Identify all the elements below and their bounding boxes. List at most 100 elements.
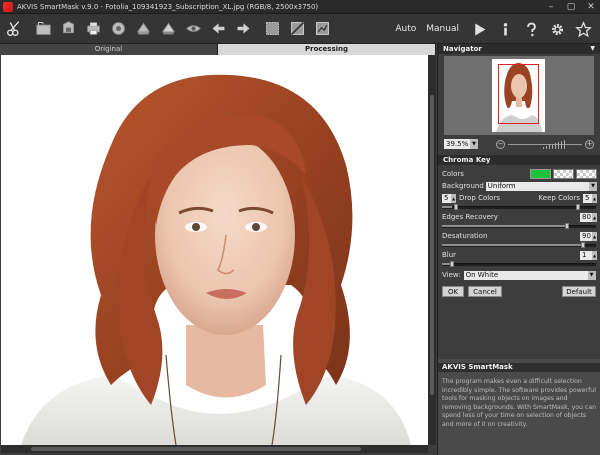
app-window: AKVIS SmartMask v.9.0 - Fotolia_10934192… [0, 0, 600, 455]
color-swatch-empty-2[interactable] [576, 169, 597, 179]
view-tabs: Original Processing [0, 44, 436, 55]
background-row: Background Uniform ▼ [438, 180, 600, 192]
view-row: View: On White ▼ [438, 269, 600, 281]
color-swatch-empty-1[interactable] [553, 169, 574, 179]
blur-field[interactable]: 1 ▲ [580, 250, 597, 260]
colors-count-row: 5 ▲ Drop Colors Keep Colors 5 ▲ [438, 192, 600, 204]
edges-recovery-slider[interactable] [442, 223, 596, 229]
export-mask-icon[interactable] [157, 18, 179, 40]
info-description: The program makes even a difficult selec… [442, 378, 597, 428]
keep-colors-field[interactable]: 5 ▲ [583, 193, 597, 203]
window-title: AKVIS SmartMask v.9.0 - Fotolia_10934192… [17, 2, 319, 11]
keep-colors-value: 5 [585, 193, 590, 202]
help-icon[interactable] [520, 18, 542, 40]
spinner-arrows-icon: ▲ [592, 193, 597, 203]
open-image-icon[interactable] [32, 18, 54, 40]
blur-row: Blur 1 ▲ [438, 249, 600, 261]
desaturation-row: Desaturation 90 ▲ [438, 230, 600, 242]
navigator-viewport-frame[interactable] [498, 64, 539, 124]
blur-value: 1 [582, 250, 587, 259]
color-swatch-green[interactable] [530, 169, 551, 179]
image-canvas[interactable] [1, 55, 428, 445]
minimize-button[interactable]: – [546, 2, 556, 12]
undo-icon[interactable] [207, 18, 229, 40]
info-title: AKVIS SmartMask [438, 363, 600, 372]
desaturation-slider[interactable] [442, 242, 596, 248]
navigator-preview[interactable] [444, 56, 594, 135]
keep-colors-label: Keep Colors [538, 194, 580, 202]
background-label: Background [442, 182, 484, 190]
edges-recovery-row: Edges Recovery 80 ▲ [438, 211, 600, 223]
colors-row: Colors [438, 168, 600, 180]
horizontal-scroll-thumb[interactable] [31, 447, 361, 451]
drop-colors-value: 5 [444, 193, 449, 202]
drop-colors-field[interactable]: 5 ▲ [442, 193, 456, 203]
tips-star-icon[interactable] [572, 18, 594, 40]
chroma-key-title: Chroma Key [443, 156, 491, 164]
default-button[interactable]: Default [562, 285, 596, 297]
view-select[interactable]: On White ▼ [463, 270, 596, 280]
settings-gear-icon[interactable] [546, 18, 568, 40]
info-panel: AKVIS SmartMask The program makes even a… [438, 359, 600, 455]
select-all-icon[interactable] [261, 18, 283, 40]
auto-mode-button[interactable]: Auto [395, 24, 416, 34]
title-bar: AKVIS SmartMask v.9.0 - Fotolia_10934192… [0, 0, 600, 14]
desaturation-value: 90 [582, 231, 591, 240]
zoom-dropdown-arrow-icon[interactable]: ▼ [470, 139, 478, 149]
background-select-value: Uniform [487, 181, 516, 190]
spinner-arrows-icon: ▲ [451, 193, 456, 203]
import-mask-icon[interactable] [132, 18, 154, 40]
info-icon[interactable] [494, 18, 516, 40]
spinner-arrows-icon: ▲ [592, 231, 597, 241]
vertical-scrollbar[interactable] [428, 55, 436, 445]
dropdown-arrow-icon: ▼ [587, 270, 596, 280]
share-icon[interactable] [107, 18, 129, 40]
horizontal-scrollbar[interactable] [1, 445, 428, 453]
edges-recovery-field[interactable]: 80 ▲ [580, 212, 597, 222]
view-label: View: [442, 271, 461, 279]
zoom-in-button[interactable]: + [585, 139, 594, 149]
zoom-slider[interactable] [508, 139, 582, 149]
desaturation-label: Desaturation [442, 232, 488, 240]
settings-panel: Navigator ▼ 39.5% ▼ − + Chroma Key Color… [437, 44, 600, 455]
spinner-arrows-icon: ▲ [592, 212, 597, 222]
redo-icon[interactable] [232, 18, 254, 40]
close-button[interactable]: ✕ [586, 2, 596, 12]
cancel-button[interactable]: Cancel [468, 285, 502, 297]
blur-label: Blur [442, 251, 457, 259]
invert-selection-icon[interactable] [286, 18, 308, 40]
collapse-caret-icon[interactable]: ▼ [590, 44, 595, 54]
vertical-scroll-thumb[interactable] [430, 95, 434, 395]
scissors-logo-icon[interactable] [3, 18, 25, 40]
zoom-controls: 39.5% ▼ − + [438, 137, 600, 151]
tab-original[interactable]: Original [0, 44, 218, 55]
desaturation-field[interactable]: 90 ▲ [580, 231, 597, 241]
blur-slider[interactable] [442, 261, 596, 267]
zoom-value-field[interactable]: 39.5% [444, 139, 470, 149]
app-logo-icon [3, 1, 13, 12]
edges-recovery-label: Edges Recovery [442, 213, 498, 221]
colors-label: Colors [442, 170, 464, 178]
view-select-value: On White [465, 270, 499, 279]
spinner-arrows-icon: ▲ [592, 250, 597, 260]
background-select[interactable]: Uniform ▼ [485, 181, 597, 191]
tab-processing[interactable]: Processing [218, 44, 436, 55]
navigator-title: Navigator [443, 45, 482, 53]
drop-keep-slider[interactable] [442, 204, 596, 210]
portrait-photo [1, 55, 428, 445]
action-buttons-row: OK Cancel Default [438, 284, 600, 298]
chroma-key-header: Chroma Key [438, 155, 600, 165]
navigator-header: Navigator ▼ [438, 44, 600, 54]
drop-colors-label: Drop Colors [459, 194, 500, 202]
refine-icon[interactable] [311, 18, 333, 40]
edges-recovery-value: 80 [582, 212, 591, 221]
toolbar: Auto Manual [0, 14, 600, 44]
save-image-icon[interactable] [57, 18, 79, 40]
print-icon[interactable] [82, 18, 104, 40]
zoom-out-button[interactable]: − [496, 139, 505, 149]
show-mask-icon[interactable] [182, 18, 204, 40]
ok-button[interactable]: OK [442, 285, 464, 297]
run-play-icon[interactable] [468, 18, 490, 40]
manual-mode-button[interactable]: Manual [426, 24, 459, 34]
maximize-button[interactable]: ▢ [566, 2, 576, 12]
